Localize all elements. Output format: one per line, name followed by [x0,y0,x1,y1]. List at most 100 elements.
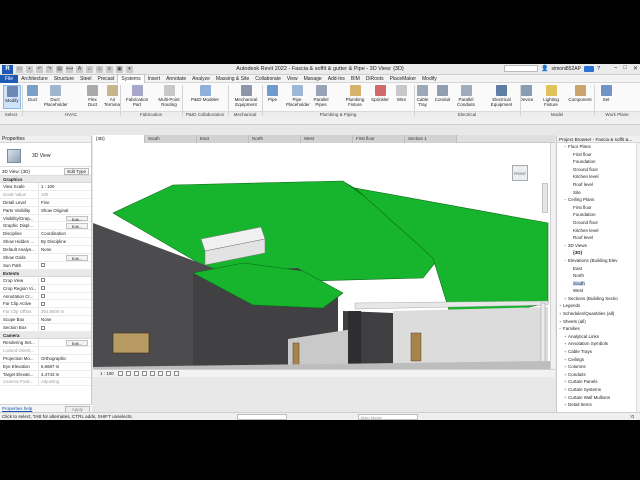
tab-modify[interactable]: Modify [419,75,440,83]
property-value[interactable]: None [39,246,91,253]
edit-button[interactable]: Edit... [65,223,88,229]
tab-precast[interactable]: Precast [94,75,117,83]
property-row[interactable]: Show Grids Edit... [0,254,91,262]
property-value[interactable]: Fine [39,199,91,206]
air-terminal-button[interactable]: Air Terminal [104,85,121,109]
checkbox[interactable] [41,294,45,299]
browser-node[interactable]: −3D Views [557,242,640,250]
help-icon[interactable]: ? [597,66,600,72]
tab-insert[interactable]: Insert [145,75,164,83]
tab-systems[interactable]: Systems [117,74,145,83]
multi-point-routing-button[interactable]: Multi-Point Routing [154,85,184,109]
tab-collaborate[interactable]: Collaborate [252,75,284,83]
property-row[interactable]: Scope Box None [0,316,91,325]
viewcube[interactable]: FRONT [512,165,528,181]
browser-node[interactable]: Ground floor [557,166,640,174]
view-tab-section-1[interactable]: Section 1 [405,135,457,143]
tab-steel[interactable]: Steel [77,75,94,83]
property-row[interactable]: Section Box [0,324,91,333]
checkbox[interactable] [41,301,45,306]
sun-path-icon[interactable] [133,371,139,376]
sprinkler-button[interactable]: Sprinkler [370,85,390,109]
temporary-hide-icon[interactable] [173,371,179,376]
view-tab-3d[interactable]: {3D} [93,135,145,143]
view-tab-north[interactable]: North [249,135,301,143]
property-value[interactable] [39,285,91,292]
viewport-scrollbar[interactable] [550,143,555,369]
property-value[interactable]: Orthographic [39,355,91,362]
browser-node[interactable]: Roof level [557,181,640,189]
selection-filter-count[interactable]: :0 [630,414,634,419]
browser-node[interactable]: Roof level [557,234,640,242]
property-value[interactable]: Edit... [39,215,91,222]
property-row[interactable]: Default Analys... None [0,246,91,255]
electrical-equipment-button[interactable]: Electrical Equipment [488,85,515,109]
edit-button[interactable]: Edit... [65,215,88,221]
close-icon[interactable]: ✕ [633,65,638,72]
property-value[interactable] [39,324,91,331]
view-scale[interactable]: 1 : 100 [100,371,114,376]
browser-node[interactable]: First floor [557,151,640,159]
property-value[interactable]: 6.6687 m [39,363,91,370]
property-value[interactable] [39,262,91,269]
browser-node[interactable]: Foundation [557,211,640,219]
browser-node[interactable]: + Analytical Links [557,333,640,341]
browser-node[interactable]: Ground floor [557,219,640,227]
tab-view[interactable]: View [284,75,301,83]
checkbox[interactable] [41,263,45,268]
browser-node[interactable]: First floor [557,204,640,212]
shadows-icon[interactable] [141,371,147,376]
property-row[interactable]: Detail Level Fine [0,198,91,207]
property-row[interactable]: Far Clip Active [0,300,91,309]
lock-3d-icon[interactable] [165,371,171,376]
parallel-pipes-button[interactable]: Parallel Pipes [310,85,332,109]
component-button[interactable]: Component [566,85,594,109]
browser-node[interactable]: + Conduits [557,371,640,379]
property-row[interactable]: Eye Elevation 6.6687 m [0,362,91,371]
tab-architecture[interactable]: Architecture [18,75,51,83]
property-value[interactable]: Edit... [39,339,91,346]
view-tab-south[interactable]: South [145,135,197,143]
user-icon[interactable]: 👤 [541,65,548,72]
browser-node[interactable]: + Curtain Panels [557,378,640,386]
tab-placemaker[interactable]: PlaceMaker [387,75,419,83]
property-row[interactable]: Rendering Set... Edit... [0,339,91,347]
browser-node[interactable]: + Columns [557,363,640,371]
property-row[interactable]: Graphic Displ... Edit... [0,222,91,231]
browser-node[interactable]: − Families [557,325,640,333]
conduit-button[interactable]: Conduit [434,85,451,109]
category-graphics[interactable]: Graphics [0,176,91,183]
duct-button[interactable]: Duct [24,85,41,109]
browser-node[interactable]: North [557,272,640,280]
browser-node[interactable]: + Annotation Symbols [557,340,640,348]
maximize-icon[interactable]: □ [623,65,627,72]
duct-placeholder-button[interactable]: Duct Placeholder [44,85,68,109]
help-search-input[interactable] [503,65,538,72]
property-row[interactable]: Sun Path [0,261,91,270]
property-value[interactable]: By Discipline [39,238,91,245]
view-tab-east[interactable]: East [197,135,249,143]
property-value[interactable]: Coordination [39,230,91,237]
browser-scrollbar[interactable] [636,143,640,412]
tab-structure[interactable]: Structure [51,75,77,83]
browser-node[interactable]: West [557,287,640,295]
detail-level-icon[interactable] [117,371,123,376]
property-row[interactable]: Visibility/Grap... Edit... [0,214,91,223]
browser-node[interactable]: + Cable Trays [557,348,640,356]
3d-viewport[interactable]: FRONT [93,143,550,369]
property-value[interactable]: None [39,316,91,323]
plumbing-fixture-button[interactable]: Plumbing Fixture [344,85,366,109]
flex-duct-button[interactable]: Flex Duct [84,85,101,109]
instance-filter-dropdown[interactable]: 3D View: {3D} [2,169,30,174]
workset-dropdown[interactable] [237,414,287,420]
edit-type-button[interactable]: Edit Type [64,168,89,175]
tab-bim[interactable]: BIM [348,75,363,83]
browser-node[interactable]: + Legends [557,302,640,310]
category-extents[interactable]: Extents [0,269,91,277]
checkbox[interactable] [41,325,45,330]
property-value[interactable]: Edit... [39,222,91,229]
browser-node[interactable]: + Sheets (all) [557,318,640,326]
property-value[interactable] [39,277,91,284]
visual-style-icon[interactable] [125,371,131,376]
property-row[interactable]: Crop View [0,276,91,285]
